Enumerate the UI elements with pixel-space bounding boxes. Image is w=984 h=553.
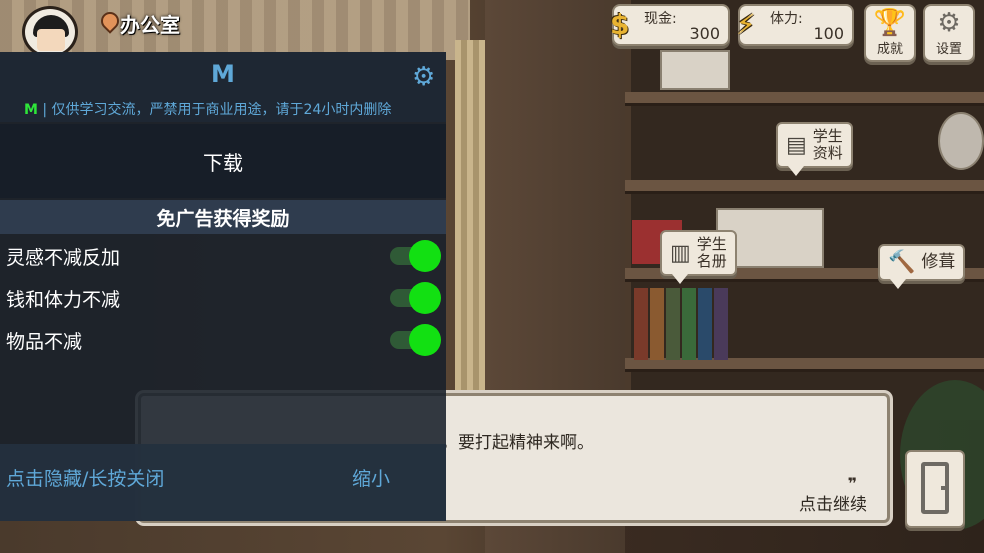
settings-label: 设置 (935, 42, 962, 57)
student-profile-line1: 学生 (812, 127, 843, 145)
box-item (660, 50, 730, 90)
student-roster-line2: 名册 (696, 252, 727, 270)
notebook-icon: ▥ (670, 240, 691, 266)
gear-icon: ⚙ (937, 8, 961, 38)
shelf-board (625, 92, 984, 106)
stamina-display: ⚡ 体力: 100 (736, 4, 854, 46)
achievements-label: 成就 (876, 42, 903, 57)
toggle-row[interactable]: 灵感不减反加 (0, 236, 446, 276)
book (714, 288, 728, 360)
achievements-button[interactable]: 🏆 成就 (864, 4, 916, 62)
mod-menu-header: M ⚙ M | 仅供学习交流，严禁用于商业用途，请于24小时内删除 (0, 52, 446, 122)
student-roster-button[interactable]: ▥ 学生 名册 (660, 230, 737, 284)
book (682, 288, 696, 360)
exit-button[interactable] (905, 450, 965, 528)
stamina-label: 体力: (770, 11, 803, 27)
section-title: 免广告获得奖励 (0, 200, 446, 234)
shelf-board (625, 180, 984, 194)
settings-button[interactable]: ⚙ 设置 (923, 4, 975, 62)
student-roster-line1: 学生 (696, 235, 727, 253)
toggle-row[interactable]: 钱和体力不减 (0, 278, 446, 318)
book (698, 288, 712, 360)
book (650, 288, 664, 360)
repair-label: 修葺 (921, 252, 956, 272)
cash-value: 300 (689, 24, 720, 43)
mod-menu-notice: M | 仅供学习交流，严禁用于商业用途，请于24小时内删除 (24, 99, 391, 119)
download-button[interactable]: 下载 (0, 124, 446, 198)
shelf-board (625, 358, 984, 372)
lightning-icon: ⚡ (736, 8, 756, 41)
continue-prompt[interactable]: 点击继续 (799, 490, 867, 515)
dollar-coin-icon: $ (610, 8, 630, 41)
cash-label: 现金: (644, 11, 677, 27)
book (634, 288, 648, 360)
globe-item (938, 112, 984, 170)
trophy-icon: 🏆 (873, 8, 907, 38)
mod-menu-title: M (211, 60, 235, 88)
repair-button[interactable]: 🔨 修葺 (878, 244, 966, 289)
dialog-text: ，要打起精神来啊。 (441, 433, 594, 453)
curtain (455, 40, 485, 400)
book (666, 288, 680, 360)
gear-icon[interactable]: ⚙ (412, 62, 435, 92)
location-indicator: 办公室 (100, 8, 180, 38)
hammer-icon: 🔨 (888, 250, 916, 275)
cash-display: $ 现金: 300 (610, 4, 730, 46)
toggle-label: 钱和体力不减 (6, 288, 121, 311)
map-pin-icon (100, 12, 116, 34)
player-avatar[interactable] (22, 6, 78, 58)
toggle-label: 灵感不减反加 (6, 246, 121, 269)
shrink-button[interactable]: 缩小 (352, 464, 390, 491)
toggle-row[interactable]: 物品不减 (0, 320, 446, 360)
document-icon: ▤ (786, 132, 807, 158)
student-profile-button[interactable]: ▤ 学生 资料 (776, 122, 853, 176)
student-profile-line2: 资料 (812, 144, 843, 162)
location-label: 办公室 (120, 12, 180, 37)
toggle-switch[interactable] (388, 324, 441, 356)
toggle-label: 物品不减 (6, 330, 83, 353)
hide-close-button[interactable]: 点击隐藏/长按关闭 (6, 464, 164, 491)
notice-prefix: M (24, 102, 38, 118)
stamina-value: 100 (813, 24, 844, 43)
notice-text: | 仅供学习交流，严禁用于商业用途，请于24小时内删除 (37, 102, 392, 118)
toggle-switch[interactable] (388, 240, 441, 272)
toggle-switch[interactable] (388, 282, 441, 314)
mod-menu-footer: 点击隐藏/长按关闭 缩小 (0, 444, 446, 521)
mod-menu-panel: M ⚙ M | 仅供学习交流，严禁用于商业用途，请于24小时内删除 下载 免广告… (0, 52, 446, 521)
